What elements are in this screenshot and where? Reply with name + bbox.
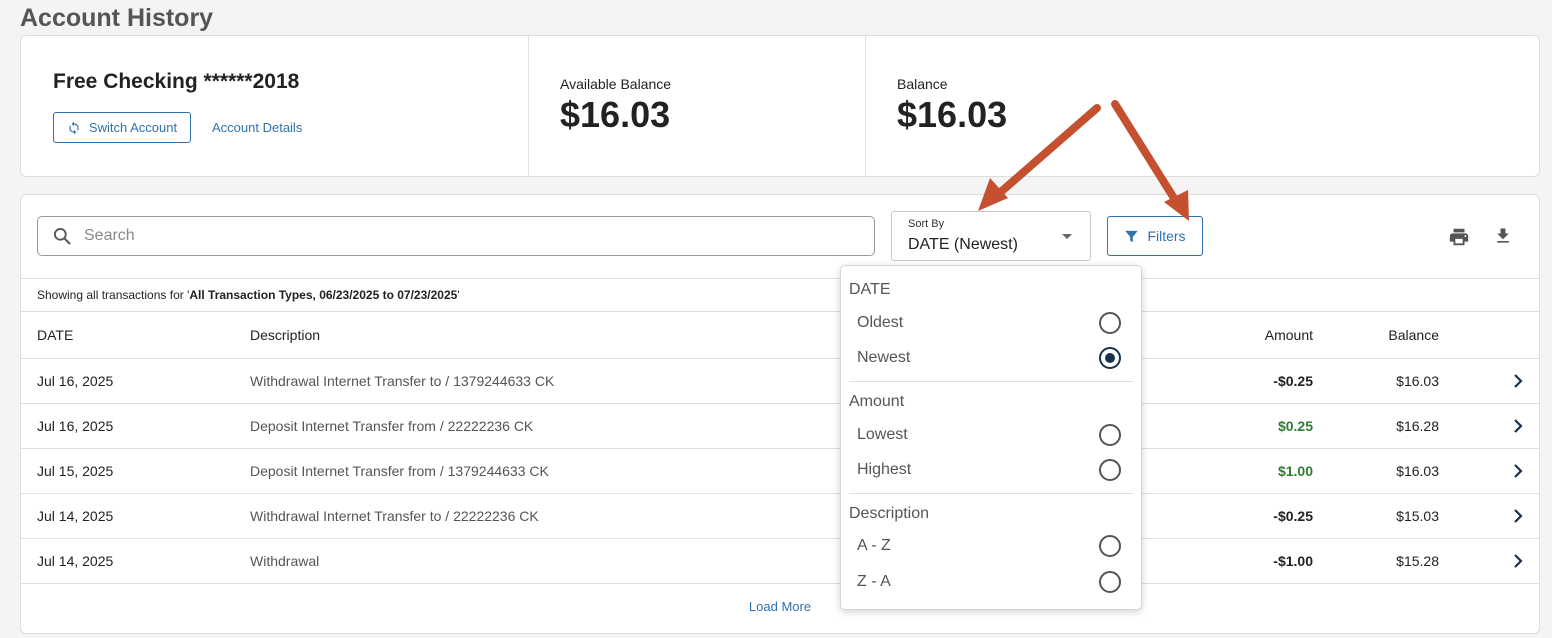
table-row[interactable]: Jul 14, 2025 Withdrawal -$1.00 $15.28 — [21, 539, 1539, 584]
results-summary-suffix: ' — [457, 288, 460, 302]
table-row[interactable]: Jul 15, 2025 Deposit Internet Transfer f… — [21, 449, 1539, 494]
available-balance-value: $16.03 — [560, 94, 671, 135]
sort-group-title: DATE — [849, 281, 891, 298]
page-title: Account History — [20, 4, 214, 32]
sort-option-highest[interactable]: Highest — [841, 453, 1141, 488]
sort-by-select[interactable]: Sort By DATE (Newest) — [891, 211, 1091, 261]
row-description: Deposit Internet Transfer from / 2222223… — [250, 418, 534, 434]
divider — [849, 493, 1133, 494]
available-balance-label: Available Balance — [560, 76, 672, 92]
sort-option-oldest[interactable]: Oldest — [841, 306, 1141, 341]
header-amount[interactable]: Amount — [1265, 327, 1313, 343]
table-row[interactable]: Jul 14, 2025 Withdrawal Internet Transfe… — [21, 494, 1539, 539]
filter-icon — [1125, 230, 1139, 242]
sort-group-title: Description — [849, 505, 930, 522]
balance-label: Balance — [897, 76, 948, 92]
row-balance: $16.03 — [1396, 373, 1439, 389]
chevron-right-icon[interactable] — [1513, 554, 1523, 568]
row-amount: -$0.25 — [1273, 508, 1313, 524]
switch-account-button[interactable]: Switch Account — [53, 112, 191, 143]
row-date: Jul 14, 2025 — [37, 508, 114, 524]
download-icon[interactable] — [1493, 225, 1513, 247]
caret-down-icon — [1062, 234, 1072, 239]
filters-label: Filters — [1147, 228, 1186, 244]
balance-value: $16.03 — [897, 94, 1008, 135]
row-amount: $1.00 — [1277, 463, 1313, 479]
row-date: Jul 14, 2025 — [37, 553, 114, 569]
row-description: Withdrawal Internet Transfer to / 137924… — [250, 373, 555, 389]
transactions-card: Sort By DATE (Newest) Filters Showing al… — [20, 194, 1540, 634]
radio-button[interactable] — [1099, 424, 1121, 446]
row-balance: $16.03 — [1396, 463, 1439, 479]
table-header: DATE Description Amount Balance — [21, 312, 1539, 359]
load-more-link[interactable]: Load More — [21, 599, 1539, 614]
row-amount: -$1.00 — [1273, 553, 1313, 569]
sort-dropdown-menu: DATE Oldest Newest Amount Lowest Highest… — [840, 265, 1142, 610]
results-summary-criteria: All Transaction Types, 06/23/2025 to 07/… — [189, 288, 458, 302]
row-description: Withdrawal Internet Transfer to / 222222… — [250, 508, 539, 524]
row-date: Jul 15, 2025 — [37, 463, 114, 479]
sort-option-a-z[interactable]: A - Z — [841, 529, 1141, 564]
refresh-icon — [69, 121, 79, 134]
available-balance-section: Available Balance $16.03 — [528, 36, 866, 176]
row-amount: $0.25 — [1277, 418, 1313, 434]
sort-group-title: Amount — [849, 393, 905, 410]
sort-option-label: Lowest — [857, 426, 908, 443]
row-description: Withdrawal — [250, 553, 320, 569]
sort-option-label: Oldest — [857, 314, 904, 331]
chevron-right-icon[interactable] — [1513, 509, 1523, 523]
chevron-right-icon[interactable] — [1513, 464, 1523, 478]
account-info-section: Free Checking ******2018 Switch Account … — [21, 36, 528, 176]
chevron-right-icon[interactable] — [1513, 419, 1523, 433]
account-name: Free Checking ******2018 — [53, 70, 300, 93]
radio-button-selected[interactable] — [1099, 347, 1121, 369]
results-summary: Showing all transactions for ' All Transa… — [21, 278, 1539, 312]
header-balance[interactable]: Balance — [1388, 327, 1439, 343]
table-row[interactable]: Jul 16, 2025 Deposit Internet Transfer f… — [21, 404, 1539, 449]
chevron-right-icon[interactable] — [1513, 374, 1523, 388]
sort-option-z-a[interactable]: Z - A — [841, 565, 1141, 600]
table-row[interactable]: Jul 16, 2025 Withdrawal Internet Transfe… — [21, 359, 1539, 404]
row-date: Jul 16, 2025 — [37, 418, 114, 434]
filters-button[interactable]: Filters — [1107, 216, 1203, 256]
row-balance: $15.03 — [1396, 508, 1439, 524]
divider — [849, 381, 1133, 382]
row-amount: -$0.25 — [1273, 373, 1313, 389]
account-details-link[interactable]: Account Details — [212, 120, 302, 135]
radio-button[interactable] — [1099, 535, 1121, 557]
results-summary-prefix: Showing all transactions for ' — [37, 288, 190, 302]
sort-option-label: Z - A — [857, 573, 891, 590]
search-box[interactable] — [37, 216, 875, 256]
row-balance: $15.28 — [1396, 553, 1439, 569]
row-date: Jul 16, 2025 — [37, 373, 114, 389]
sort-by-value: DATE (Newest) — [908, 236, 1018, 253]
sort-option-label: Highest — [857, 461, 912, 478]
row-balance: $16.28 — [1396, 418, 1439, 434]
sort-by-label: Sort By — [908, 218, 945, 230]
radio-button[interactable] — [1099, 459, 1121, 481]
print-icon[interactable] — [1448, 226, 1470, 248]
search-input[interactable] — [82, 226, 846, 246]
sort-option-lowest[interactable]: Lowest — [841, 418, 1141, 453]
header-date[interactable]: DATE — [37, 327, 73, 343]
row-description: Deposit Internet Transfer from / 1379244… — [250, 463, 549, 479]
account-summary-card: Free Checking ******2018 Switch Account … — [20, 35, 1540, 177]
search-icon — [54, 228, 71, 245]
radio-button[interactable] — [1099, 571, 1121, 593]
switch-account-label: Switch Account — [88, 120, 178, 135]
sort-option-newest[interactable]: Newest — [841, 341, 1141, 376]
header-description[interactable]: Description — [250, 327, 320, 343]
sort-option-label: Newest — [857, 349, 911, 366]
sort-option-label: A - Z — [857, 537, 891, 554]
radio-button[interactable] — [1099, 312, 1121, 334]
balance-section: Balance $16.03 — [865, 36, 1539, 176]
